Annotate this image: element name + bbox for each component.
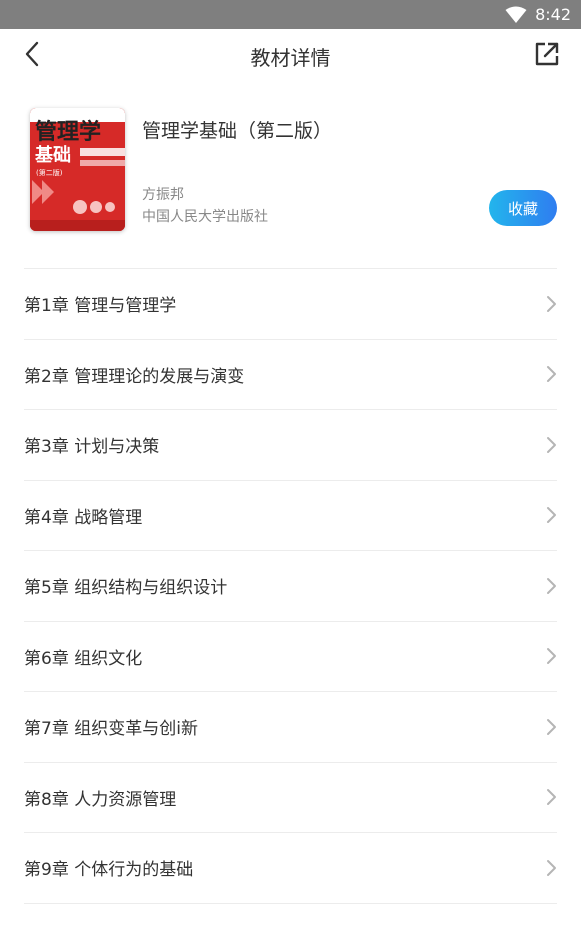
chapter-label: 第6章 组织文化 [24, 648, 143, 669]
chevron-right-icon [545, 365, 557, 383]
list-item[interactable]: 第6章 组织文化 [24, 622, 557, 692]
book-cover[interactable]: 管理学 基础 (第二版) [30, 108, 125, 231]
chevron-right-icon [545, 718, 557, 736]
chapter-label: 第4章 战略管理 [24, 507, 143, 528]
list-item[interactable]: 第1章 管理与管理学 [24, 269, 557, 340]
list-item[interactable]: 第9章 个体行为的基础 [24, 833, 557, 904]
chevron-right-icon [545, 436, 557, 454]
share-button[interactable] [533, 42, 561, 70]
nav-bar: 教材详情 [0, 29, 581, 83]
list-item[interactable]: 第2章 管理理论的发展与演变 [24, 340, 557, 410]
list-item[interactable]: 第5章 组织结构与组织设计 [24, 551, 557, 622]
chapter-label: 第2章 管理理论的发展与演变 [24, 366, 245, 387]
list-item[interactable]: 第8章 人力资源管理 [24, 763, 557, 833]
status-time: 8:42 [535, 5, 571, 24]
cover-title-2: 基础 [35, 145, 71, 166]
book-author: 方振邦 [142, 187, 184, 203]
list-item[interactable]: 第7章 组织变革与创i新 [24, 692, 557, 763]
status-bar: 8:42 [0, 0, 581, 29]
back-button[interactable] [18, 41, 46, 71]
chevron-right-icon [545, 859, 557, 877]
book-publisher: 中国人民大学出版社 [142, 209, 268, 225]
chapter-label: 第7章 组织变革与创i新 [24, 719, 198, 740]
chapter-label: 第1章 管理与管理学 [24, 296, 177, 317]
favorite-button[interactable]: 收藏 [489, 190, 557, 226]
wifi-icon [505, 6, 527, 24]
chevron-right-icon [545, 647, 557, 665]
share-external-icon [534, 41, 560, 71]
chapter-label: 第5章 组织结构与组织设计 [24, 578, 228, 599]
chevron-right-icon [545, 295, 557, 313]
cover-title-1: 管理学 [35, 119, 102, 145]
chevron-right-icon [545, 577, 557, 595]
book-title: 管理学基础（第二版） [142, 120, 333, 142]
cover-edition: (第二版) [36, 169, 63, 177]
book-info: 管理学 基础 (第二版) 管理学基础（第二版） 方振邦 中国人民大学出版社 收藏 [0, 100, 581, 250]
chapter-label: 第3章 计划与决策 [24, 437, 160, 458]
chevron-left-icon [24, 41, 40, 71]
chapter-label: 第8章 人力资源管理 [24, 789, 177, 810]
list-item[interactable]: 第4章 战略管理 [24, 481, 557, 551]
chevron-right-icon [545, 506, 557, 524]
chapter-label: 第9章 个体行为的基础 [24, 860, 194, 881]
page-title: 教材详情 [250, 45, 331, 70]
list-item[interactable]: 第3章 计划与决策 [24, 410, 557, 481]
chevron-right-icon [545, 788, 557, 806]
chapter-list: 第1章 管理与管理学 第2章 管理理论的发展与演变 第3章 计划与决策 第4章 … [24, 268, 557, 904]
